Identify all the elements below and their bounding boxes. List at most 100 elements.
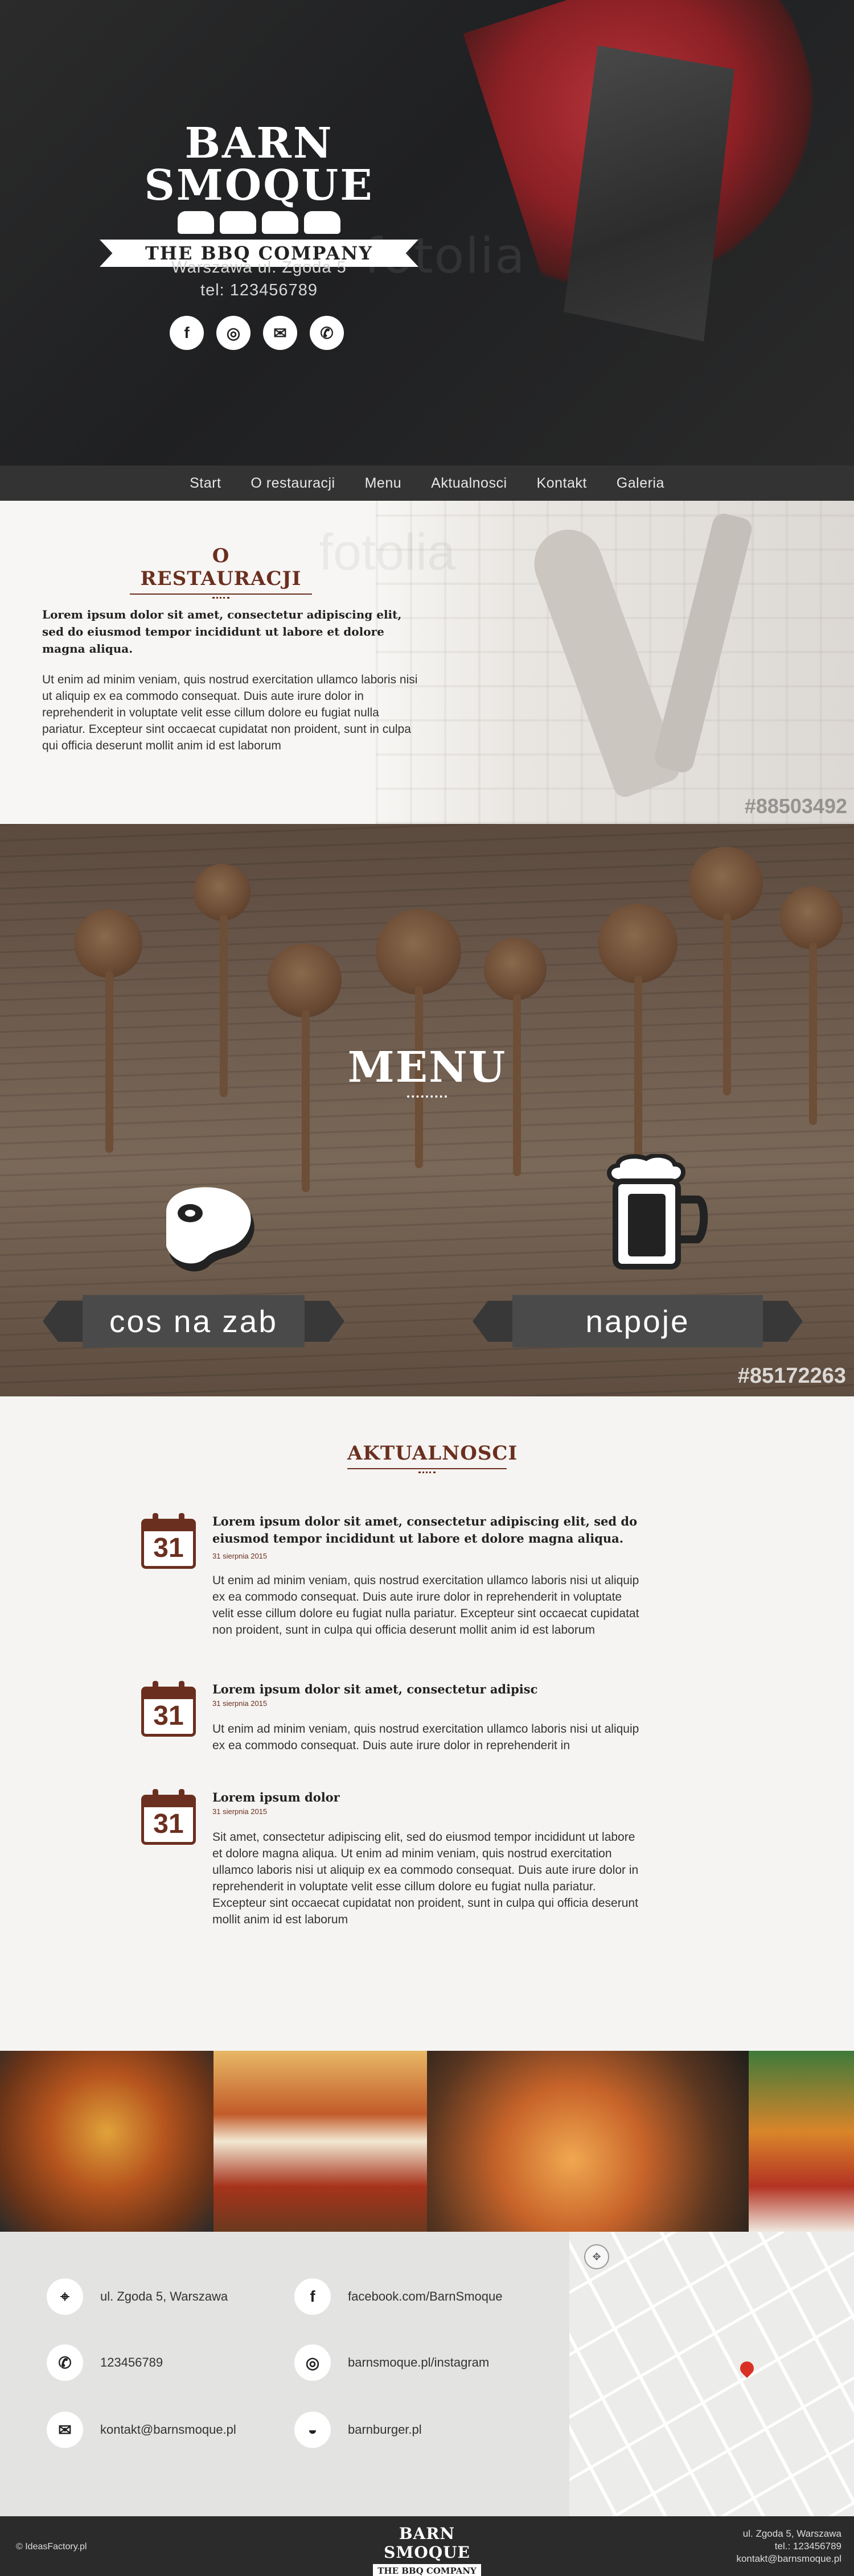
footer-address-line: ul. Zgoda 5, Warszawa (742, 2528, 841, 2539)
facebook-icon[interactable]: f (170, 316, 204, 350)
contact-instagram[interactable]: ◎ barnsmoque.pl/instagram (294, 2344, 489, 2381)
food-menu-button[interactable]: cos na zab (43, 1295, 344, 1347)
hero-address: Warszawa ul. Zgoda 5 tel: 123456789 (74, 256, 444, 302)
burger-icon: ◒ (294, 2412, 331, 2448)
map-pan-control[interactable]: ✥ (584, 2244, 609, 2269)
news-date: 31 sierpnia 2015 (212, 1552, 268, 1560)
calendar-day: 31 (141, 1699, 196, 1737)
mail-icon[interactable]: ✉ (263, 316, 297, 350)
map-pin-icon[interactable] (737, 2359, 757, 2378)
contact-email-text[interactable]: kontakt@barnsmoque.pl (100, 2422, 236, 2437)
mail-icon: ✉ (47, 2412, 83, 2448)
contact-burger-text[interactable]: barnburger.pl (348, 2422, 422, 2437)
gallery-photo-sandwich[interactable] (214, 2051, 427, 2232)
contact-section: ⌖ ul. Zgoda 5, Warszawa f facebook.com/B… (0, 2232, 854, 2516)
phone-icon[interactable]: ✆ (310, 316, 344, 350)
gallery-photo-salad[interactable] (749, 2051, 854, 2232)
drinks-menu-label: napoje (585, 1304, 690, 1339)
about-heading: O RESTAURACJI (130, 545, 312, 599)
news-body: Sit amet, consectetur adipiscing elit, s… (212, 1831, 639, 1926)
menu-heading: MENU (0, 1043, 854, 1098)
contact-instagram-text[interactable]: barnsmoque.pl/instagram (348, 2355, 489, 2370)
logo[interactable]: BARN SMOQUE THE BBQ COMPANY (74, 119, 444, 267)
calendar-icon: 31 (141, 1681, 196, 1738)
footer-logo[interactable]: BARN SMOQUE THE BBQ COMPANY (364, 2524, 490, 2576)
spice-spoon (780, 887, 843, 1125)
footer-email-line[interactable]: kontakt@barnsmoque.pl (736, 2553, 841, 2565)
news-body: Ut enim ad minim veniam, quis nostrud ex… (212, 1574, 639, 1637)
calendar-icon: 31 (141, 1513, 196, 1570)
drinks-menu-button[interactable]: napoje (473, 1295, 803, 1347)
contact-facebook[interactable]: f facebook.com/BarnSmoque (294, 2278, 503, 2315)
bull-icon (262, 211, 298, 234)
food-menu-label: cos na zab (109, 1304, 278, 1339)
about-heading-text: O RESTAURACJI (140, 545, 302, 590)
nav-kontakt[interactable]: Kontakt (537, 475, 587, 492)
footer-logo-title: BARN SMOQUE (384, 2524, 470, 2562)
spice-spoon (484, 938, 547, 1176)
heading-rule (347, 1468, 507, 1469)
news-body: Ut enim ad minim veniam, quis nostrud ex… (212, 1722, 639, 1752)
contact-address-text: ul. Zgoda 5, Warszawa (100, 2289, 228, 2303)
spice-spoon (194, 864, 251, 1097)
social-links: f ◎ ✉ ✆ (170, 316, 344, 350)
news-date: 31 sierpnia 2015 (212, 1699, 268, 1708)
gallery-photo-burger[interactable] (0, 2051, 214, 2232)
hero-phone-line: tel: 123456789 (200, 281, 318, 299)
news-title[interactable]: Lorem ipsum dolor sit amet, consectetur … (212, 1681, 645, 1698)
beer-mug-icon[interactable] (601, 1154, 715, 1273)
about-photo-id: #88503492 (744, 794, 847, 818)
about-section: fotolia #88503492 O RESTAURACJI Lorem ip… (0, 501, 854, 824)
spice-spoon (689, 847, 763, 1095)
heading-dots (407, 1095, 447, 1098)
main-nav: Start O restauracji Menu Aktualnosci Kon… (0, 465, 854, 501)
calendar-day: 31 (141, 1807, 196, 1845)
about-watermark: fotolia (319, 524, 456, 581)
contact-address: ⌖ ul. Zgoda 5, Warszawa (47, 2278, 228, 2315)
heading-dots (418, 1472, 436, 1473)
nav-aktualnosci[interactable]: Aktualnosci (431, 475, 507, 492)
nav-o-restauracji[interactable]: O restauracji (251, 475, 335, 492)
menu-section: MENU cos na zab napoje #85172263 (0, 824, 854, 1396)
nav-galeria[interactable]: Galeria (617, 475, 664, 492)
contact-email[interactable]: ✉ kontakt@barnsmoque.pl (47, 2412, 236, 2448)
facebook-icon: f (294, 2278, 331, 2315)
news-date: 31 sierpnia 2015 (212, 1807, 268, 1816)
spice-spoon (268, 943, 342, 1192)
contact-facebook-text[interactable]: facebook.com/BarnSmoque (348, 2289, 503, 2304)
footer-address: ul. Zgoda 5, Warszawa tel.: 123456789 ko… (736, 2528, 841, 2565)
calendar-icon: 31 (141, 1789, 196, 1846)
contact-phone[interactable]: ✆ 123456789 (47, 2344, 163, 2381)
heading-rule (130, 593, 312, 595)
news-title[interactable]: Lorem ipsum dolor sit amet, consectetur … (212, 1513, 645, 1547)
nav-start[interactable]: Start (190, 475, 221, 492)
hero-section: fotolia BARN SMOQUE THE BBQ COMPANY Wars… (0, 0, 854, 465)
contact-burger[interactable]: ◒ barnburger.pl (294, 2412, 422, 2448)
news-title[interactable]: Lorem ipsum dolor (212, 1789, 645, 1806)
copyright[interactable]: © IdeasFactory.pl (16, 2542, 87, 2552)
pig-icon (304, 211, 340, 234)
instagram-icon[interactable]: ◎ (216, 316, 251, 350)
logo-title: BARN SMOQUE (144, 119, 374, 210)
location-pin-icon: ⌖ (47, 2278, 83, 2315)
footer-phone-line: tel.: 123456789 (774, 2541, 841, 2552)
spice-spoon (74, 909, 142, 1153)
spice-spoon (598, 904, 678, 1157)
instagram-icon: ◎ (294, 2344, 331, 2381)
hero-address-line: Warszawa ul. Zgoda 5 (171, 258, 347, 277)
steak-icon[interactable] (149, 1172, 269, 1275)
logo-animals (74, 211, 444, 234)
footer-logo-subtitle: THE BBQ COMPANY (373, 2564, 481, 2576)
contact-phone-text[interactable]: 123456789 (100, 2355, 163, 2370)
gallery-photo-shrimp[interactable] (427, 2051, 749, 2232)
menu-photo-id: #85172263 (737, 1364, 846, 1388)
news-section: AKTUALNOSCI 31 Lorem ipsum dolor sit ame… (0, 1396, 854, 2051)
about-lead: Lorem ipsum dolor sit amet, consectetur … (42, 608, 402, 656)
location-map[interactable]: ✥ (569, 2232, 854, 2516)
menu-heading-text: MENU (347, 1043, 507, 1092)
nav-menu[interactable]: Menu (365, 475, 402, 492)
news-heading: AKTUALNOSCI (347, 1442, 517, 1473)
pig-icon (220, 211, 256, 234)
calendar-day: 31 (141, 1531, 196, 1569)
about-body: Ut enim ad minim veniam, quis nostrud ex… (42, 673, 418, 752)
